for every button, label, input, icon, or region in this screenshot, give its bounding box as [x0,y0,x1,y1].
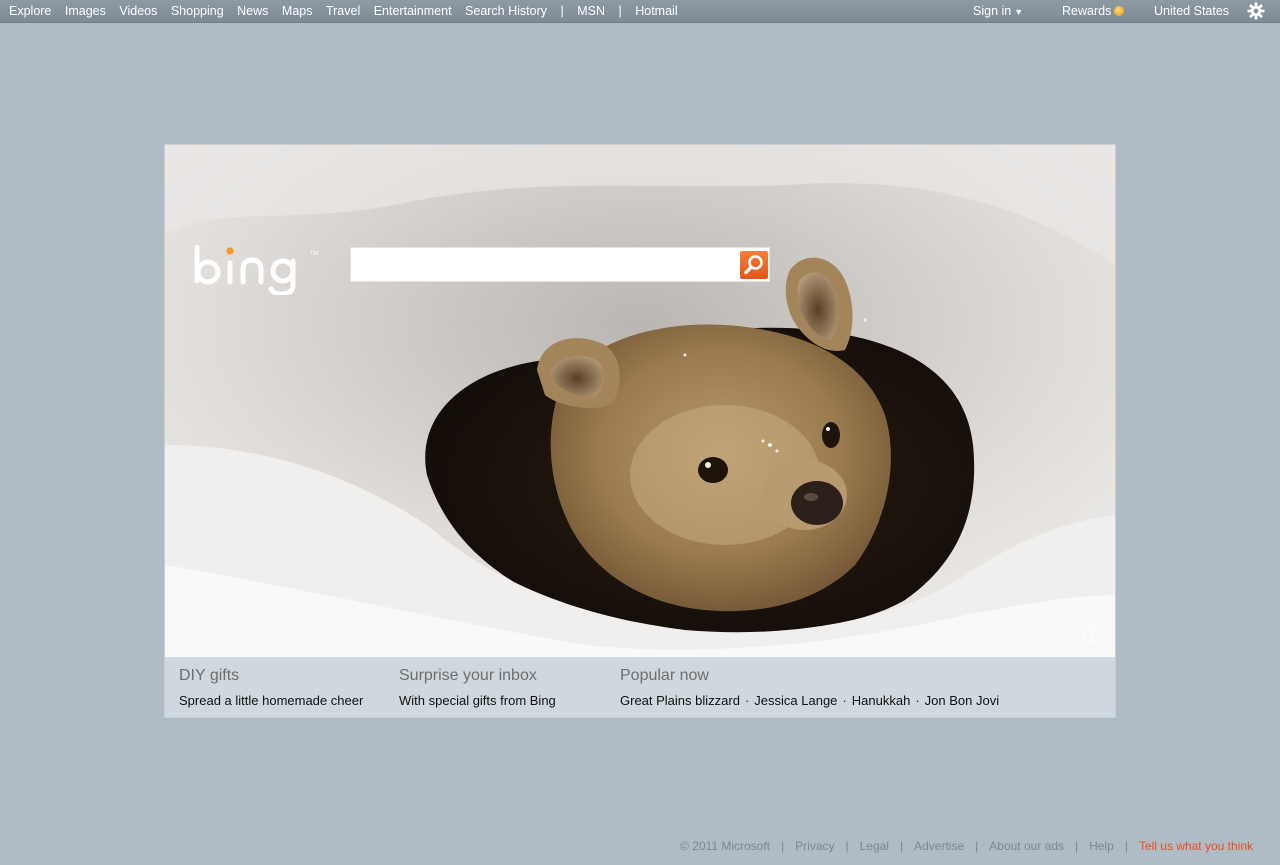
footer-separator: | [781,839,785,853]
nav-images[interactable]: Images [65,4,106,18]
footer: © 2011 Microsoft | Privacy | Legal | Advertise… [680,839,1253,853]
info-icon[interactable]: i [1082,625,1100,643]
nav-separator: | [560,4,564,18]
search-icon [744,255,763,275]
nav-maps[interactable]: Maps [282,4,313,18]
search-box [350,247,770,282]
search-input[interactable] [355,252,739,279]
nav-search-history[interactable]: Search History [465,4,547,18]
footer-advertise-link[interactable]: Advertise [914,839,964,853]
nav-shopping[interactable]: Shopping [171,4,224,18]
nav-hotmail[interactable]: Hotmail [635,4,677,18]
promo-title: Surprise your inbox [399,667,537,684]
rewards-label: Rewards [1062,4,1112,18]
nav-links: Explore Images Videos Shopping News Maps… [9,4,688,18]
nav-videos[interactable]: Videos [119,4,157,18]
sign-in-menu[interactable]: Sign in ▼ [973,4,1023,18]
footer-privacy-link[interactable]: Privacy [795,839,834,853]
footer-help-link[interactable]: Help [1089,839,1114,853]
bing-logo[interactable]: TM [193,243,323,295]
footer-feedback-link[interactable]: Tell us what you think [1139,839,1253,853]
homepage-hero: TM i DIY gifts Spread a little homemade … [164,144,1116,718]
nav-entertainment[interactable]: Entertainment [374,4,452,18]
dot-separator: · [842,693,847,708]
search-button[interactable] [740,251,768,279]
nav-explore[interactable]: Explore [9,4,51,18]
copyright: © 2011 Microsoft [680,839,771,853]
rewards-coin-icon [1114,6,1125,16]
popular-now-title[interactable]: Popular now [620,667,999,685]
sign-in-label: Sign in [973,4,1012,18]
popular-item[interactable]: Great Plains blizzard [620,693,740,708]
nav-news[interactable]: News [237,4,268,18]
footer-legal-link[interactable]: Legal [860,839,889,853]
popular-item[interactable]: Hanukkah [852,693,911,708]
nav-travel[interactable]: Travel [326,4,360,18]
footer-separator: | [900,839,904,853]
caret-down-icon: ▼ [1014,7,1024,17]
promo-diy-gifts[interactable]: DIY gifts Spread a little homemade cheer [179,667,363,708]
region-link[interactable]: United States [1154,4,1229,18]
rewards-link[interactable]: Rewards [1062,4,1125,18]
dot-separator: · [744,693,750,708]
popular-now-list: Great Plains blizzard · Jessica Lange · Hanu… [620,693,999,708]
top-navigation-bar: Explore Images Videos Shopping News Maps… [0,0,1280,23]
snow-marten-image [165,145,1115,657]
popular-item[interactable]: Jon Bon Jovi [925,693,999,708]
promo-strip: DIY gifts Spread a little homemade cheer… [165,657,1115,717]
footer-separator: | [1124,839,1128,853]
nav-msn[interactable]: MSN [577,4,605,18]
dot-separator: · [915,693,920,708]
nav-separator: | [618,4,622,18]
background-photo: TM i [165,145,1115,657]
footer-about-ads-link[interactable]: About our ads [989,839,1064,853]
popular-now: Popular now Great Plains blizzard · Jessic… [620,667,999,708]
promo-surprise-inbox[interactable]: Surprise your inbox With special gifts f… [399,667,556,708]
svg-text:TM: TM [310,251,319,257]
gear-icon[interactable] [1247,2,1265,20]
promo-title: DIY gifts [179,667,240,684]
promo-subtitle: With special gifts from Bing [399,693,556,708]
popular-item[interactable]: Jessica Lange [754,693,837,708]
footer-separator: | [845,839,849,853]
footer-separator: | [1075,839,1079,853]
footer-separator: | [975,839,979,853]
promo-subtitle: Spread a little homemade cheer [179,693,364,708]
